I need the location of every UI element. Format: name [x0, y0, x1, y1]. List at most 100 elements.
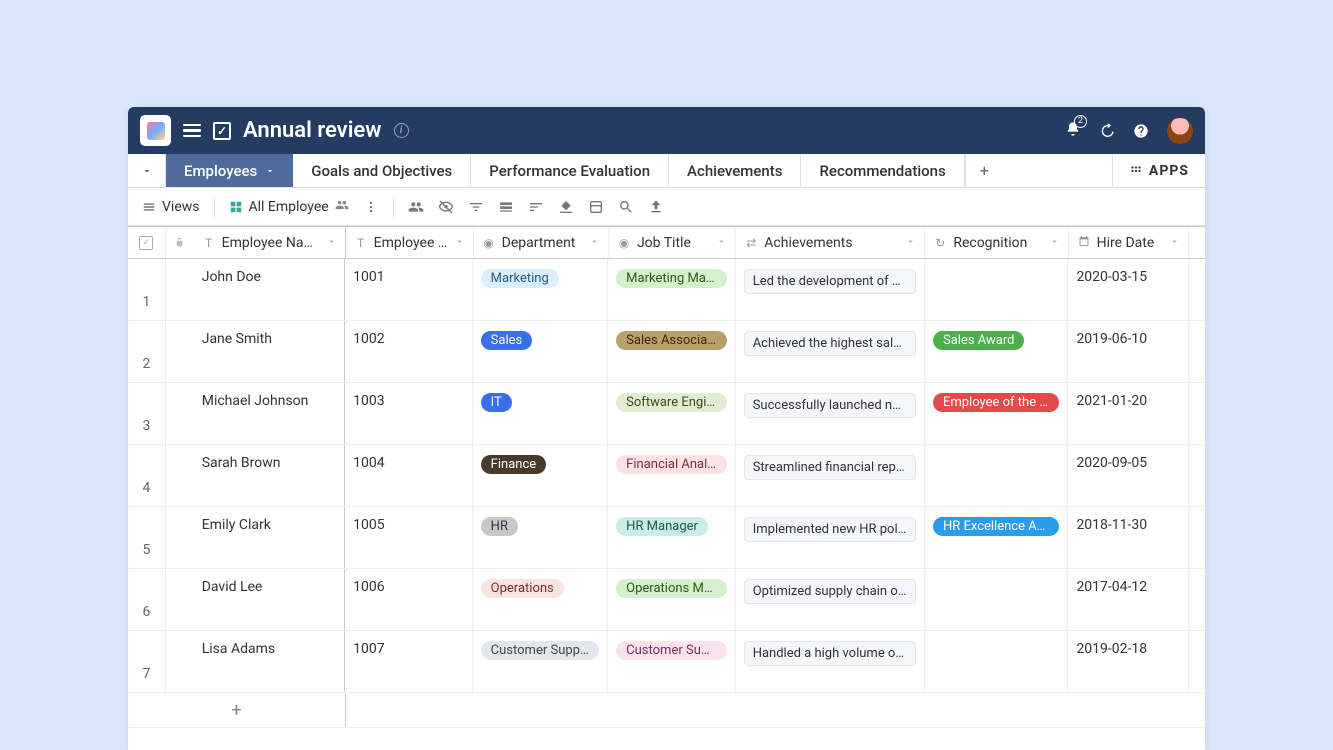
column-employee-id[interactable]: TEmployee ID — [346, 227, 474, 258]
table-row[interactable]: 5Emily Clark1005HRHR ManagerImplemented … — [128, 507, 1205, 569]
column-employee-name[interactable]: TEmployee Name — [194, 227, 346, 258]
cell-recognition[interactable] — [925, 569, 1068, 630]
export-icon[interactable] — [648, 199, 664, 215]
sort-icon[interactable] — [1049, 236, 1060, 250]
cell-hire-date[interactable]: 2021-01-20 — [1068, 383, 1189, 444]
cell-job-title[interactable]: Customer Support Specialist — [608, 631, 736, 692]
hamburger-menu-icon[interactable] — [183, 124, 201, 138]
cell-achievements[interactable]: Achieved the highest sales figures for Q… — [736, 321, 925, 382]
cell-recognition[interactable] — [925, 259, 1068, 320]
cell-hire-date[interactable]: 2019-02-18 — [1068, 631, 1189, 692]
cell-department[interactable]: IT — [473, 383, 609, 444]
table-row[interactable]: 3Michael Johnson1003ITSoftware EngineerS… — [128, 383, 1205, 445]
column-recognition[interactable]: ↻Recognition — [925, 227, 1068, 258]
tab-recommendations[interactable]: Recommendations — [801, 154, 964, 187]
sort-icon[interactable] — [716, 236, 727, 250]
cell-job-title[interactable]: Financial Analyst — [608, 445, 736, 506]
user-avatar[interactable] — [1167, 118, 1193, 144]
help-icon[interactable] — [1133, 123, 1149, 139]
cell-achievements[interactable]: Led the development of a new product lau… — [736, 259, 925, 320]
app-window: ✓ Annual review i 2 EmployeesGoals and O… — [128, 107, 1205, 750]
cell-name[interactable]: Emily Clark — [194, 507, 345, 568]
cell-name[interactable]: Sarah Brown — [194, 445, 345, 506]
cell-hire-date[interactable]: 2017-04-12 — [1068, 569, 1189, 630]
tab-achievements[interactable]: Achievements — [669, 154, 801, 187]
tab-goals-and-objectives[interactable]: Goals and Objectives — [293, 154, 471, 187]
cell-job-title[interactable]: Sales Associate — [608, 321, 736, 382]
add-row-button[interactable]: + — [128, 693, 346, 727]
cell-job-title[interactable]: Operations Manager — [608, 569, 736, 630]
cell-achievements[interactable]: Optimized supply chain operations — [736, 569, 925, 630]
sort-icon[interactable] — [454, 236, 465, 250]
sort-icon[interactable] — [528, 199, 544, 215]
cell-hire-date[interactable]: 2020-09-05 — [1068, 445, 1189, 506]
cell-recognition[interactable]: HR Excellence Award — [925, 507, 1068, 568]
hide-icon[interactable] — [438, 199, 454, 215]
cell-id[interactable]: 1002 — [345, 321, 473, 382]
people-icon[interactable] — [408, 199, 424, 215]
table-row[interactable]: 4Sarah Brown1004FinanceFinancial Analyst… — [128, 445, 1205, 507]
views-menu[interactable]: Views — [142, 199, 200, 215]
apps-button[interactable]: APPS — [1112, 154, 1205, 187]
cell-department[interactable]: HR — [473, 507, 609, 568]
notifications-button[interactable]: 2 — [1065, 121, 1081, 141]
cell-id[interactable]: 1001 — [345, 259, 473, 320]
app-logo[interactable] — [140, 115, 171, 146]
cell-name[interactable]: David Lee — [194, 569, 345, 630]
color-icon[interactable] — [558, 199, 574, 215]
tab-employees[interactable]: Employees — [166, 154, 293, 187]
cell-hire-date[interactable]: 2018-11-30 — [1068, 507, 1189, 568]
cell-achievements[interactable]: Handled a high volume of support tickets — [736, 631, 925, 692]
cell-department[interactable]: Marketing — [473, 259, 609, 320]
select-all-checkbox[interactable]: ✓ — [128, 227, 166, 258]
cell-achievements[interactable]: Streamlined financial reporting processe… — [736, 445, 925, 506]
cell-recognition[interactable] — [925, 631, 1068, 692]
column-achievements[interactable]: ⇄Achievements — [736, 227, 925, 258]
cell-department[interactable]: Sales — [473, 321, 609, 382]
info-icon[interactable]: i — [394, 123, 409, 138]
history-icon[interactable] — [1099, 123, 1115, 139]
cell-id[interactable]: 1006 — [345, 569, 473, 630]
group-icon[interactable] — [498, 199, 514, 215]
cell-department[interactable]: Customer Support — [473, 631, 609, 692]
cell-job-title[interactable]: HR Manager — [608, 507, 736, 568]
cell-recognition[interactable] — [925, 445, 1068, 506]
cell-id[interactable]: 1007 — [345, 631, 473, 692]
filter-icon[interactable] — [468, 199, 484, 215]
cell-hire-date[interactable]: 2019-06-10 — [1068, 321, 1189, 382]
column-hire-date[interactable]: Hire Date — [1069, 227, 1189, 258]
current-view-button[interactable]: All Employee — [229, 198, 349, 216]
cell-id[interactable]: 1003 — [345, 383, 473, 444]
sort-icon[interactable] — [589, 236, 600, 250]
cell-hire-date[interactable]: 2020-03-15 — [1068, 259, 1189, 320]
cell-department[interactable]: Operations — [473, 569, 609, 630]
cell-name[interactable]: John Doe — [194, 259, 345, 320]
search-icon[interactable] — [618, 199, 634, 215]
cell-job-title[interactable]: Marketing Manager — [608, 259, 736, 320]
cell-job-title[interactable]: Software Engineer — [608, 383, 736, 444]
cell-name[interactable]: Jane Smith — [194, 321, 345, 382]
sort-icon[interactable] — [326, 236, 337, 250]
tab-performance-evaluation[interactable]: Performance Evaluation — [471, 154, 669, 187]
more-icon[interactable] — [363, 199, 379, 215]
cell-recognition[interactable]: Employee of the Month — [925, 383, 1068, 444]
column-department[interactable]: ◉Department — [474, 227, 609, 258]
cell-name[interactable]: Lisa Adams — [194, 631, 345, 692]
cell-achievements[interactable]: Implemented new HR policies company-wide — [736, 507, 925, 568]
sort-icon[interactable] — [905, 236, 916, 250]
column-job-title[interactable]: ◉Job Title — [609, 227, 736, 258]
sort-icon[interactable] — [1169, 236, 1180, 250]
cell-name[interactable]: Michael Johnson — [194, 383, 345, 444]
cell-recognition[interactable]: Sales Award — [925, 321, 1068, 382]
cell-achievements[interactable]: Successfully launched new internal tooli… — [736, 383, 925, 444]
cell-id[interactable]: 1004 — [345, 445, 473, 506]
table-row[interactable]: 7Lisa Adams1007Customer SupportCustomer … — [128, 631, 1205, 693]
cell-department[interactable]: Finance — [473, 445, 609, 506]
row-height-icon[interactable] — [588, 199, 604, 215]
table-row[interactable]: 1John Doe1001MarketingMarketing ManagerL… — [128, 259, 1205, 321]
table-row[interactable]: 2Jane Smith1002SalesSales AssociateAchie… — [128, 321, 1205, 383]
cell-id[interactable]: 1005 — [345, 507, 473, 568]
table-row[interactable]: 6David Lee1006OperationsOperations Manag… — [128, 569, 1205, 631]
add-tab-button[interactable]: + — [965, 154, 1003, 187]
tabs-dropdown[interactable] — [128, 154, 166, 187]
